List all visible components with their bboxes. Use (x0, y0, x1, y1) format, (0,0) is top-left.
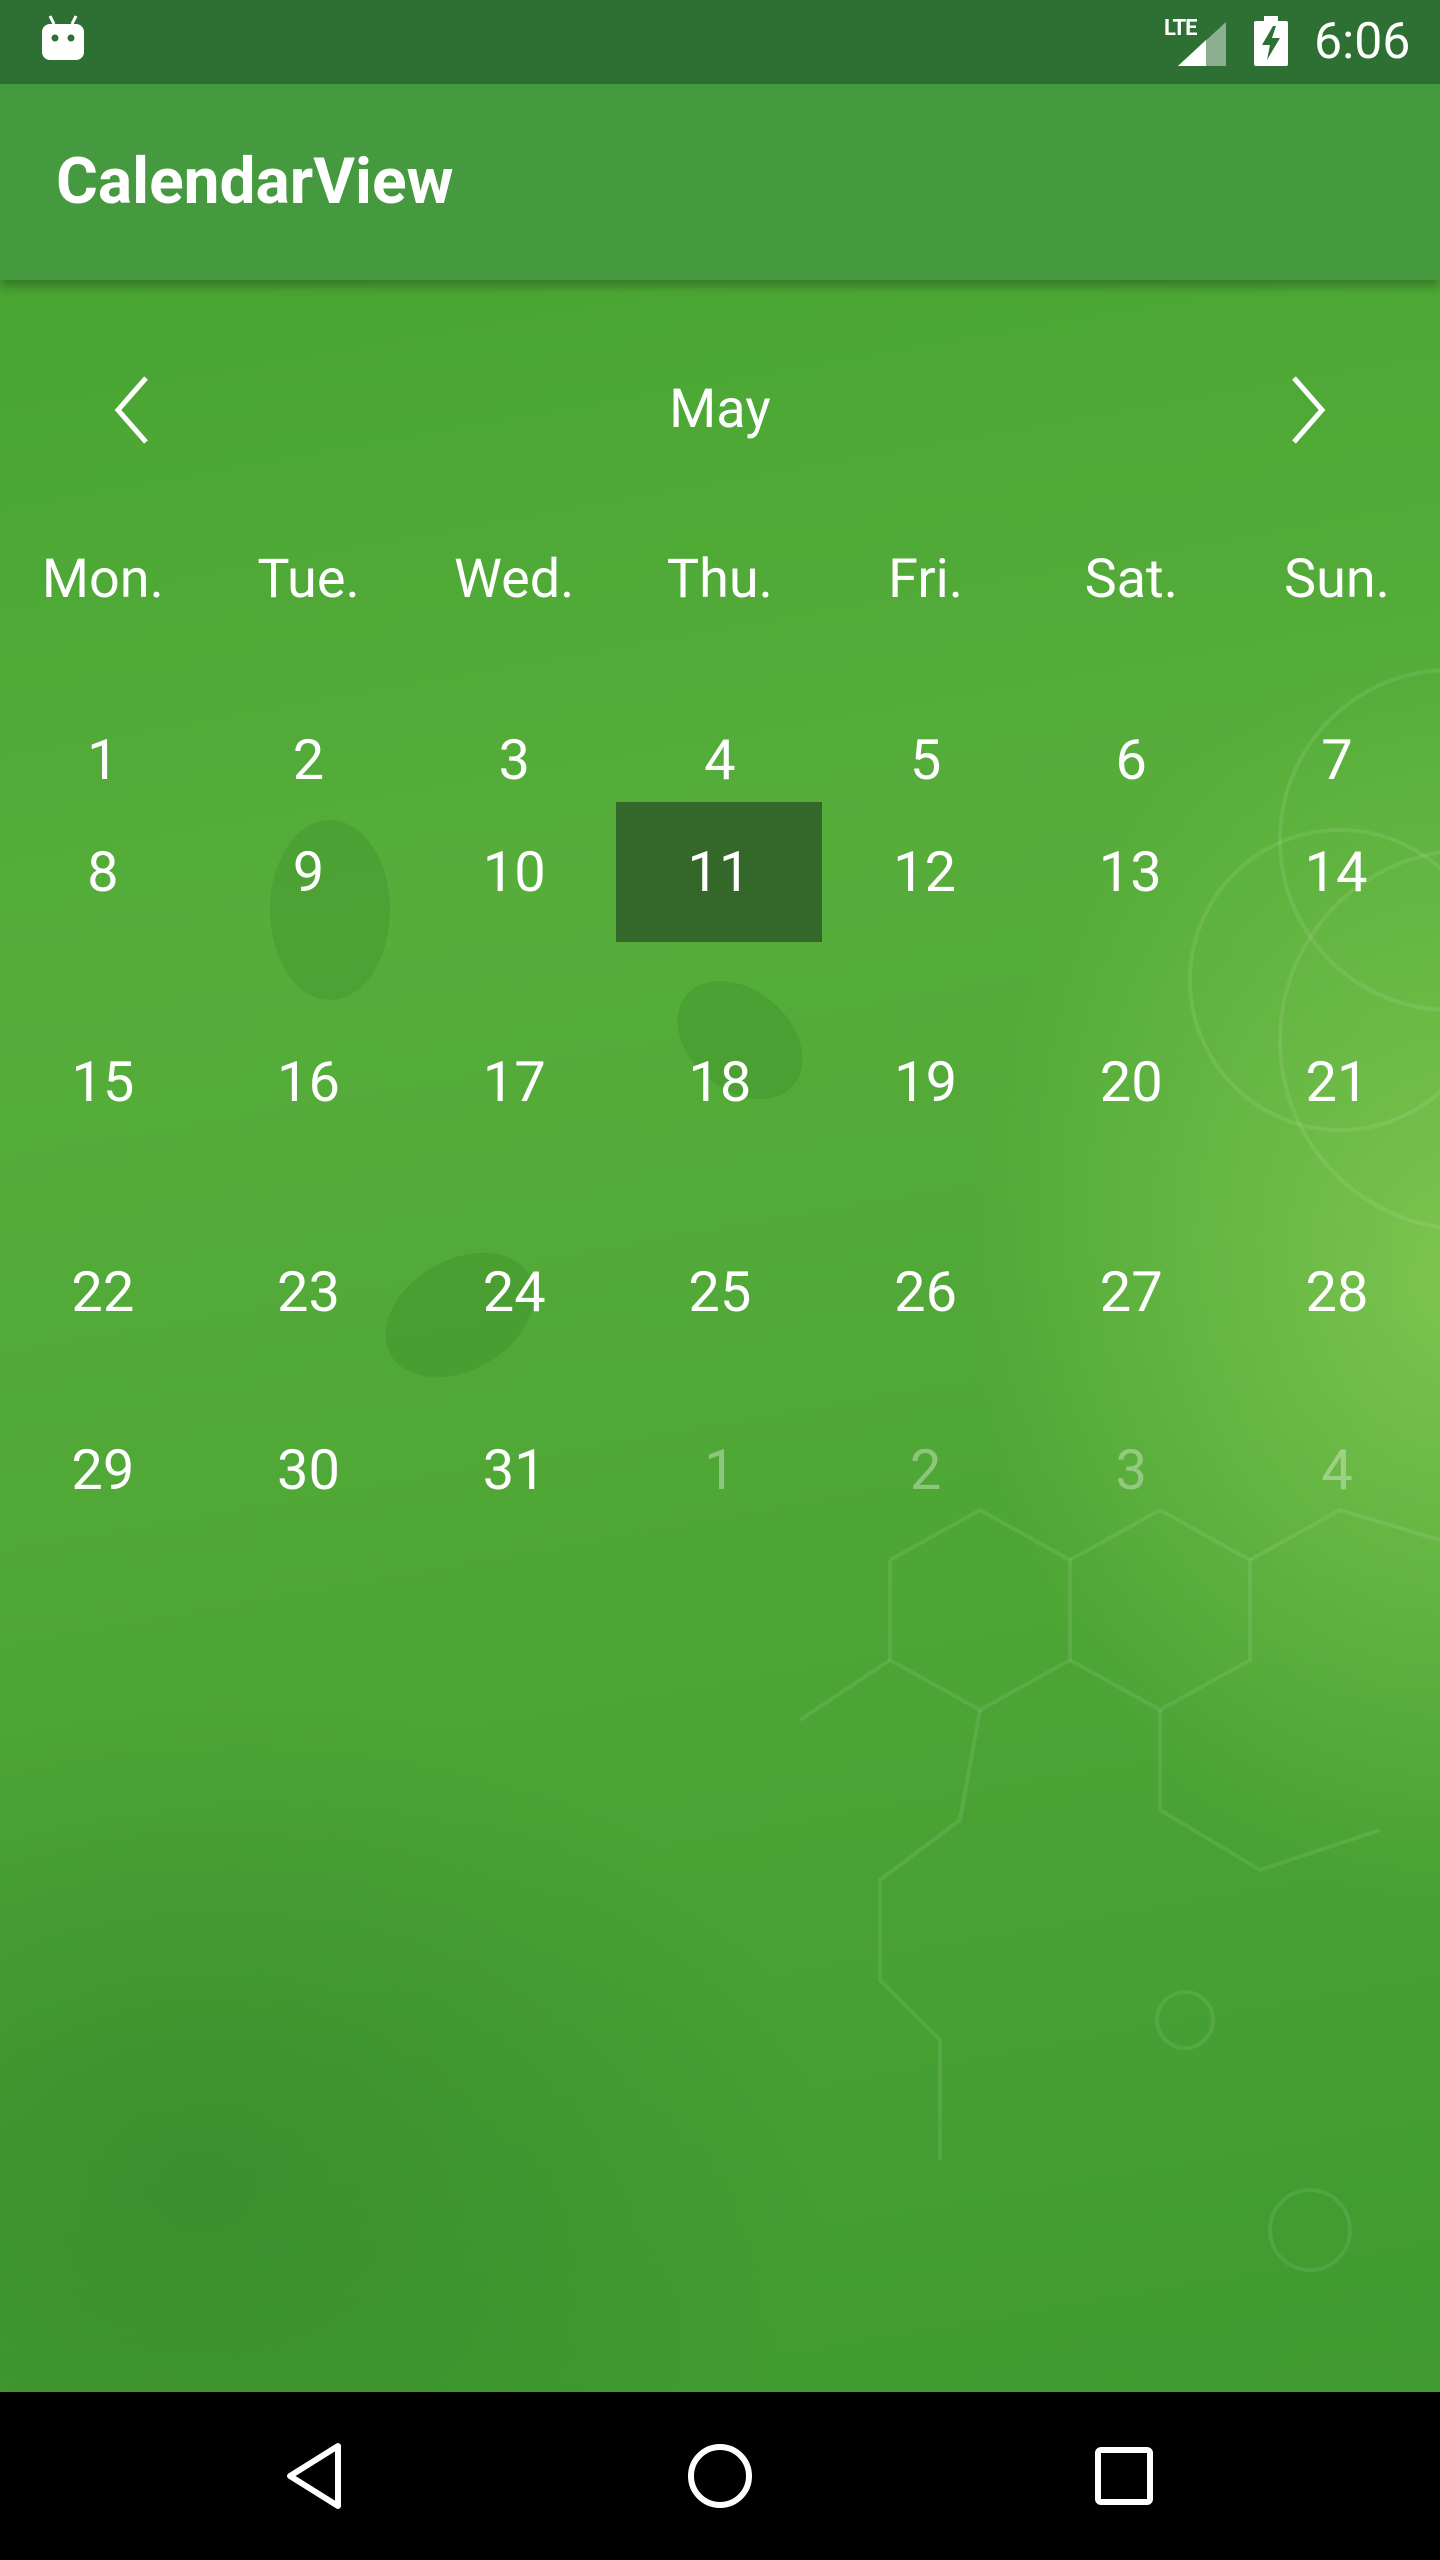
calendar-day[interactable]: 22 (0, 1222, 206, 1362)
calendar-day[interactable]: 16 (206, 1012, 412, 1152)
calendar-day[interactable]: 15 (0, 1012, 206, 1152)
signal-icon (1178, 22, 1226, 66)
app-bar: CalendarView (0, 84, 1440, 280)
weekday-label: Wed. (454, 548, 575, 611)
app-title: CalendarView (56, 144, 454, 219)
previous-month-button[interactable] (64, 340, 204, 480)
weekday-label: Sun. (1284, 548, 1390, 611)
system-navigation-bar (0, 2392, 1440, 2560)
weekday-label: Thu. (666, 548, 773, 611)
calendar-day[interactable]: 27 (1028, 1222, 1234, 1362)
calendar-day[interactable]: 17 (411, 1012, 617, 1152)
calendar-day-next-month[interactable]: 2 (823, 1400, 1029, 1540)
recents-square-icon[interactable] (1084, 2436, 1164, 2516)
calendar-day[interactable]: 12 (822, 802, 1028, 942)
calendar-day[interactable]: 20 (1028, 1012, 1234, 1152)
calendar-week-row: 22 23 24 25 26 27 28 (0, 1222, 1440, 1362)
calendar-day[interactable]: 8 (0, 802, 206, 942)
android-icon (42, 15, 84, 60)
calendar-day[interactable]: 23 (206, 1222, 412, 1362)
calendar-day[interactable]: 21 (1234, 1012, 1440, 1152)
chevron-left-icon (114, 376, 148, 444)
month-header: May (0, 340, 1440, 480)
weekday-label: Tue. (257, 548, 360, 611)
status-time: 6:06 (1314, 13, 1411, 71)
calendar-day[interactable]: 19 (823, 1012, 1029, 1152)
calendar-day[interactable]: 30 (206, 1400, 412, 1540)
weekday-label: Fri. (888, 548, 964, 611)
calendar-content: May Mon. Tue. Wed. Thu. Fri. Sat. Sun. 1… (0, 280, 1440, 2392)
back-triangle-icon[interactable] (276, 2436, 356, 2516)
calendar-day[interactable]: 25 (617, 1222, 823, 1362)
weekday-label: Mon. (41, 548, 164, 611)
calendar-day[interactable]: 10 (411, 802, 617, 942)
calendar-day[interactable]: 9 (206, 802, 412, 942)
calendar-day[interactable]: 14 (1233, 802, 1439, 942)
next-month-button[interactable] (1236, 340, 1376, 480)
calendar-day-next-month[interactable]: 4 (1234, 1400, 1440, 1540)
calendar-day-next-month[interactable]: 3 (1028, 1400, 1234, 1540)
calendar-day[interactable]: 29 (0, 1400, 206, 1540)
calendar-week-row: 29 30 31 1 2 3 4 (0, 1400, 1440, 1540)
calendar-week-row: 15 16 17 18 19 20 21 (0, 1012, 1440, 1152)
calendar-day[interactable]: 24 (411, 1222, 617, 1362)
calendar-day-next-month[interactable]: 1 (617, 1400, 823, 1540)
calendar-day[interactable]: 28 (1234, 1222, 1440, 1362)
calendar-day[interactable]: 31 (411, 1400, 617, 1540)
calendar-week-row: 8 9 10 11 12 13 14 (0, 802, 1440, 942)
calendar-day[interactable]: 13 (1027, 802, 1233, 942)
weekday-header-row: Mon. Tue. Wed. Thu. Fri. Sat. Sun. (0, 500, 1440, 660)
calendar-day[interactable]: 18 (617, 1012, 823, 1152)
calendar-day[interactable]: 26 (823, 1222, 1029, 1362)
month-title: May (669, 378, 771, 441)
home-circle-icon[interactable] (680, 2436, 760, 2516)
status-bar: LTE 6:06 (0, 0, 1440, 84)
weekday-label: Sat. (1084, 548, 1178, 611)
chevron-right-icon (1292, 376, 1326, 444)
calendar-day-selected[interactable]: 11 (616, 802, 823, 942)
battery-charging-icon (1254, 16, 1288, 66)
